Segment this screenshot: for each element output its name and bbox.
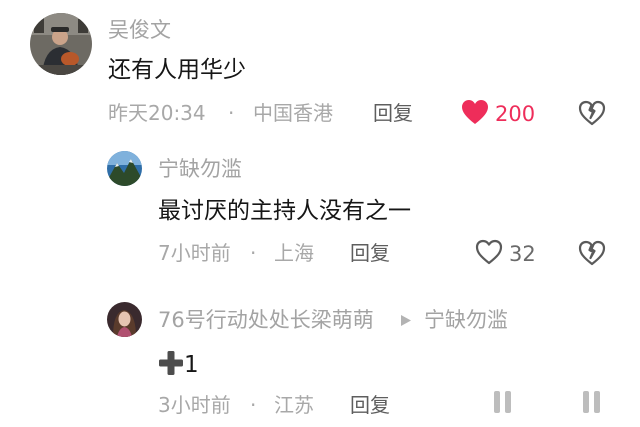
- reply-button[interactable]: 回复: [373, 103, 413, 123]
- reply-target-username[interactable]: 宁缺勿滥: [424, 310, 508, 331]
- comment-time: 7小时前: [158, 241, 231, 265]
- pause-icon: [582, 391, 602, 418]
- comment-username[interactable]: 吴俊文: [108, 20, 171, 41]
- comment-text-value: 1: [184, 352, 199, 378]
- dislike-button[interactable]: [578, 240, 606, 270]
- triangle-right-icon: [400, 314, 412, 330]
- comment-time: 3小时前: [158, 393, 231, 417]
- comment-text: 1: [158, 350, 199, 381]
- reply-button[interactable]: 回复: [350, 395, 390, 415]
- comment-text: 最讨厌的主持人没有之一: [158, 198, 411, 224]
- pause-icon: [493, 390, 513, 418]
- comment-location: 江苏: [274, 393, 314, 417]
- avatar[interactable]: [107, 151, 142, 186]
- plus-icon: [158, 350, 184, 381]
- heart-filled-icon: [461, 99, 489, 129]
- broken-heart-icon: [578, 100, 606, 130]
- like-count: 32: [509, 241, 536, 266]
- like-count: 200: [495, 101, 536, 126]
- dislike-button[interactable]: [578, 100, 606, 130]
- comment-text: 还有人用华少: [108, 57, 246, 83]
- dislike-button[interactable]: [582, 390, 602, 418]
- comment-username[interactable]: 76号行动处处长梁萌萌: [158, 310, 374, 331]
- like-button[interactable]: 200: [461, 99, 535, 129]
- meta-separator: ·: [250, 241, 257, 265]
- like-button[interactable]: 32: [475, 239, 536, 269]
- meta-separator: ·: [228, 101, 235, 125]
- comment-time: 昨天20:34: [108, 101, 206, 125]
- heart-outline-icon: [475, 239, 503, 269]
- like-button[interactable]: [493, 390, 513, 418]
- meta-separator: ·: [250, 393, 257, 417]
- comment-username[interactable]: 宁缺勿滥: [158, 159, 242, 180]
- comment-location: 中国香港: [253, 101, 333, 125]
- comment-location: 上海: [274, 241, 314, 265]
- avatar[interactable]: [30, 13, 92, 75]
- reply-button[interactable]: 回复: [350, 243, 390, 263]
- avatar[interactable]: [107, 302, 142, 337]
- broken-heart-icon: [578, 240, 606, 270]
